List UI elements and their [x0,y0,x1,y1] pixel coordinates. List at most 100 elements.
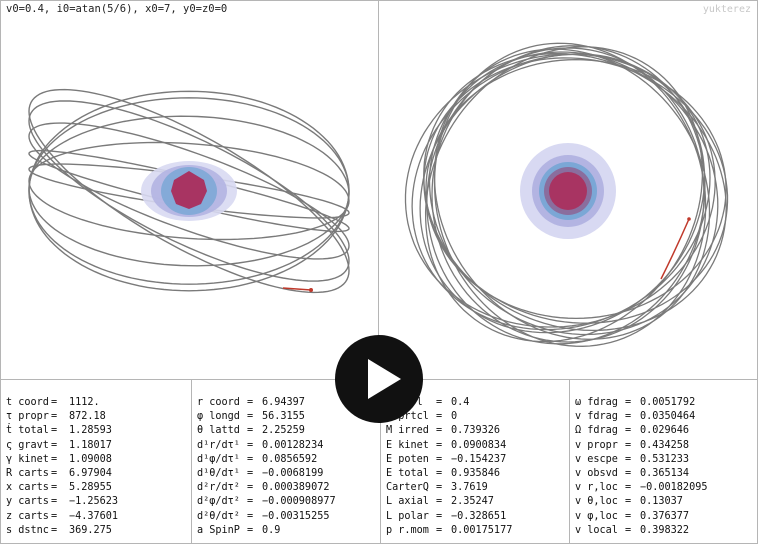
readout-value: 6.94397 [262,397,305,408]
readout-value: 0.0900834 [451,439,507,451]
readout-equals: = [247,397,254,408]
readout-value: 0.9 [262,524,281,536]
readout-row: p r.mom = 0.00175177 [381,524,569,538]
readout-equals: = [247,453,254,465]
readout-equals: = [51,453,58,465]
readout-equals: = [51,524,58,536]
initial-conditions-label: v0=0.4, i0=atan(5/6), x0=7, y0=z0=0 [6,3,228,15]
readout-value: 0.739326 [451,425,501,437]
readout-equals: = [436,439,443,451]
readout-row: x carts = 5.28955 [1,481,191,495]
readout-row: τ propr = 872.18 [1,410,191,424]
readout-row: θ lattd = 2.25259 [192,424,380,438]
readout-equals: = [51,425,58,437]
readout-equals: = [436,425,443,437]
readout-row: v θ,loc = 0.13037 [570,495,757,509]
readout-row: v propr = 0.434258 [570,439,757,453]
readout-label: v local [575,524,618,536]
readout-value: 0.00128234 [262,439,324,451]
readout-label: E poten [386,453,429,465]
readout-label: E total [386,467,429,479]
readout-row: E total = 0.935846 [381,467,569,481]
readout-value: −0.0068199 [262,467,324,479]
readout-value: 0.13037 [640,496,683,508]
readout-equals: = [625,482,632,494]
readout-row: s dstnc = 369.275 [1,524,191,538]
readout-row: E poten = −0.154237 [381,453,569,467]
readout-equals: = [436,411,443,423]
readout-value: 0.0856592 [262,453,318,465]
readout-value: 1112. [69,397,100,408]
readout-label: d²r/dτ² [197,482,240,494]
readout-label: L polar [386,510,429,522]
readout-value: 0.0051792 [640,397,696,408]
readout-row: v φ,loc = 0.376377 [570,510,757,524]
readout-equals: = [625,496,632,508]
readout-row: v local = 0.398322 [570,524,757,538]
readout-value: −0.00182095 [640,482,708,494]
readout-row: L axial = 2.35247 [381,495,569,509]
readout-equals: = [436,482,443,494]
play-button[interactable] [335,335,423,423]
readout-equals: = [436,397,443,408]
readout-row: ṫ total = 1.28593 [1,424,191,438]
watermark: yukterez [702,4,751,15]
readout-label: R carts [6,467,49,479]
readout-equals: = [436,453,443,465]
readout-label: ω fdrag [575,397,618,408]
readout-equals: = [51,397,58,408]
readout-equals: = [247,496,254,508]
readout-row: R carts = 6.97904 [1,467,191,481]
readout-equals: = [625,411,632,423]
readout-equals: = [625,453,632,465]
readout-value: 0.00175177 [451,524,513,536]
readout-row: d¹φ/dτ¹ = 0.0856592 [192,453,380,467]
readout-value: 56.3155 [262,411,305,423]
readout-row: d²r/dτ² = 0.000389072 [192,481,380,495]
event-horizon-core [549,172,587,210]
readout-equals: = [247,425,254,437]
readout-label: r coord [197,397,240,408]
readout-label: CarterQ [386,482,429,494]
readout-label: v r,loc [575,482,618,494]
readout-row: E kinet = 0.0900834 [381,439,569,453]
readout-value: 0.4 [451,397,470,408]
readout-row: v fdrag = 0.0350464 [570,410,757,424]
readout-value: −0.00315255 [262,510,330,522]
readout-label: v propr [575,439,618,451]
readout-value: 2.25259 [262,425,305,437]
readout-row: d¹θ/dτ¹ = −0.0068199 [192,467,380,481]
readout-value: 369.275 [69,524,112,536]
readout-label: d²θ/dτ² [197,510,240,522]
readout-value: −0.328651 [451,510,507,522]
particle-marker [309,288,313,292]
readout-equals: = [51,496,58,508]
top-view-panel[interactable]: yukterez [379,1,757,379]
readout-equals: = [436,467,443,479]
readout-row: v escpe = 0.531233 [570,453,757,467]
readout-equals: = [51,467,58,479]
black-hole [520,143,616,239]
readout-label: p r.mom [386,524,429,536]
readout-value: 1.09008 [69,453,112,465]
readout-value: 0.935846 [451,467,501,479]
readout-label: M irred [386,425,429,437]
readout-value: 2.35247 [451,496,494,508]
readout-label: d¹r/dτ¹ [197,439,240,451]
readout-row: L polar = −0.328651 [381,510,569,524]
readout-equals: = [247,510,254,522]
readout-equals: = [51,411,58,423]
readout-label: v escpe [575,453,618,465]
side-view-panel[interactable]: v0=0.4, i0=atan(5/6), x0=7, y0=z0=0 [1,1,379,379]
readout-value: 0 [451,411,458,423]
readout-row: t coord = 1112. [1,396,191,410]
readout-label: ṫ total [6,425,49,437]
readout-equals: = [625,510,632,522]
readout-equals: = [247,524,254,536]
readout-label: s dstnc [6,524,49,536]
side-view-canvas [28,88,350,294]
top-view-canvas [404,42,729,347]
readout-label: L axial [386,496,429,508]
readout-value: 0.398322 [640,524,690,536]
particle-marker [687,217,691,221]
